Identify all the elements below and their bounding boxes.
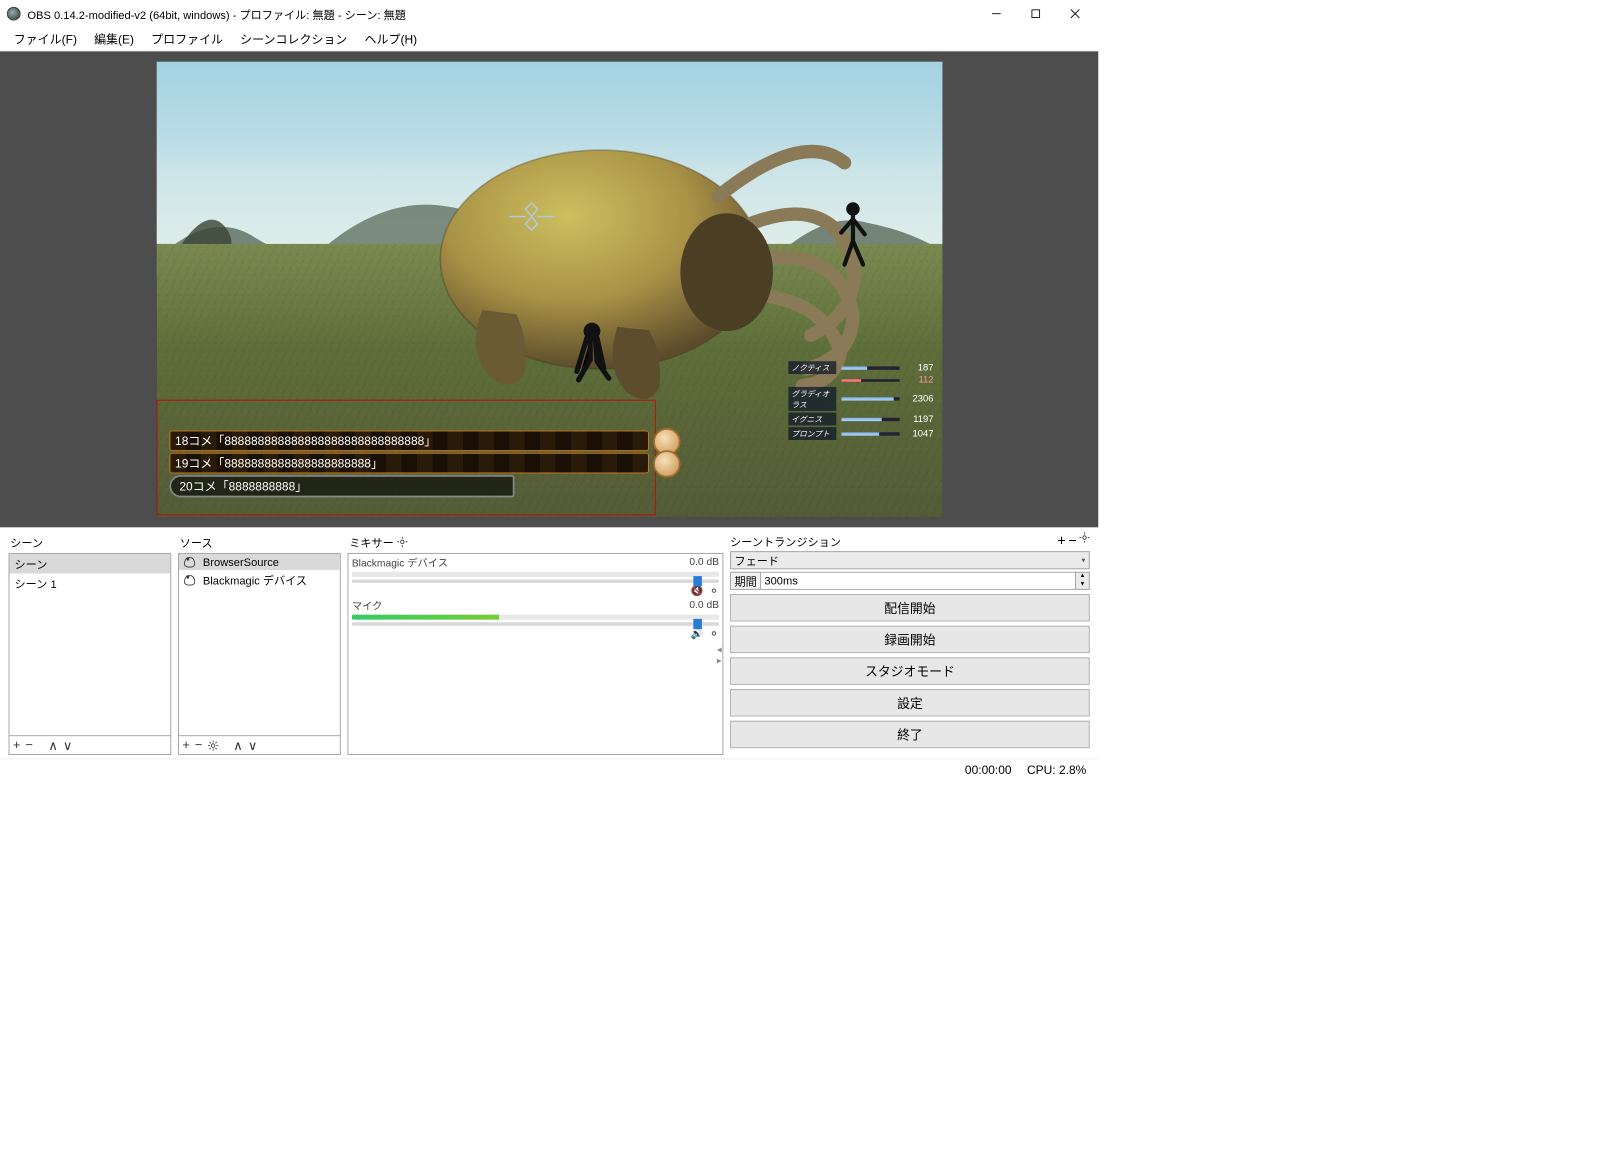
menu-bar: ファイル(F) 編集(E) プロファイル シーンコレクション ヘルプ(H) <box>0 27 1098 51</box>
remove-transition-button[interactable]: − <box>1068 532 1076 549</box>
controls-panel: シーントランジション + − フェード 期間 300ms ▲▼ 配信開始 録画開… <box>730 532 1090 755</box>
status-time: 00:00:00 <box>965 762 1012 776</box>
source-settings-button[interactable] <box>208 740 218 750</box>
move-scene-up-button[interactable]: ∧ <box>48 737 57 752</box>
add-transition-button[interactable]: + <box>1057 532 1065 549</box>
scenes-panel: シーン シーン シーン 1 + − ∧ ∨ <box>9 532 172 755</box>
mute-button[interactable]: 🔊 <box>691 627 704 639</box>
visibility-icon[interactable] <box>184 574 198 586</box>
menu-profile[interactable]: プロファイル <box>143 29 232 50</box>
mixer-resize-handle[interactable]: ◂▸ <box>717 644 722 666</box>
transitions-label: シーントランジション <box>730 533 841 549</box>
menu-help[interactable]: ヘルプ(H) <box>356 29 426 50</box>
comment-overlay: 18コメ「888888888888888888888888888888」 19コ… <box>169 429 648 499</box>
scenes-label: シーン <box>9 532 172 553</box>
move-scene-down-button[interactable]: ∨ <box>63 737 72 752</box>
window-title: OBS 0.14.2-modified-v2 (64bit, windows) … <box>27 6 406 22</box>
preview-canvas[interactable]: ノクティス187 .112 グラディオラス2306 イグニス1197 プロンプト… <box>156 62 942 517</box>
scenes-toolbar: + − ∧ ∨ <box>9 736 172 755</box>
add-scene-button[interactable]: + <box>13 738 21 753</box>
mixer-meter <box>352 615 719 620</box>
sources-panel: ソース BrowserSource Blackmagic デバイス + − ∧ … <box>178 532 341 755</box>
exit-button[interactable]: 終了 <box>730 721 1090 748</box>
comment-input-row: 20コメ「8888888888」 <box>169 475 514 497</box>
comment-row: 19コメ「8888888888888888888888」 <box>169 453 648 474</box>
transition-select[interactable]: フェード <box>730 551 1090 569</box>
title-bar: OBS 0.14.2-modified-v2 (64bit, windows) … <box>0 0 1098 27</box>
transition-settings-button[interactable] <box>1079 532 1089 542</box>
menu-edit[interactable]: 編集(E) <box>86 29 143 50</box>
maximize-button[interactable] <box>1016 0 1055 27</box>
sources-toolbar: + − ∧ ∨ <box>178 736 341 755</box>
mixer-settings-icon[interactable] <box>397 537 407 547</box>
start-recording-button[interactable]: 録画開始 <box>730 626 1090 653</box>
move-source-down-button[interactable]: ∨ <box>248 737 257 752</box>
preview-area[interactable]: ノクティス187 .112 グラディオラス2306 イグニス1197 プロンプト… <box>0 51 1098 527</box>
settings-button[interactable]: 設定 <box>730 689 1090 716</box>
channel-settings-button[interactable] <box>709 628 719 638</box>
menu-file[interactable]: ファイル(F) <box>5 29 85 50</box>
close-button[interactable] <box>1055 0 1094 27</box>
duration-label: 期間 <box>730 572 761 590</box>
remove-source-button[interactable]: − <box>195 738 203 753</box>
mute-button[interactable]: 🔇 <box>691 585 704 597</box>
remove-scene-button[interactable]: − <box>25 738 33 753</box>
duration-input[interactable]: 300ms <box>761 572 1076 590</box>
channel-settings-button[interactable] <box>709 586 719 596</box>
studio-mode-button[interactable]: スタジオモード <box>730 657 1090 684</box>
hud-hp-bars: ノクティス187 .112 グラディオラス2306 イグニス1197 プロンプト… <box>788 360 934 442</box>
minimize-button[interactable] <box>977 0 1016 27</box>
comment-row: 18コメ「888888888888888888888888888888」 <box>169 431 648 452</box>
scene-item[interactable]: シーン 1 <box>9 574 170 594</box>
sources-list[interactable]: BrowserSource Blackmagic デバイス <box>178 553 341 736</box>
mixer-channel: マイク0.0 dB 🔊 <box>352 598 719 639</box>
start-streaming-button[interactable]: 配信開始 <box>730 594 1090 621</box>
source-item[interactable]: Blackmagic デバイス <box>179 570 340 590</box>
mixer-channel: Blackmagic デバイス0.0 dB 🔇 <box>352 556 719 597</box>
status-bar: 00:00:00 CPU: 2.8% <box>0 758 1098 779</box>
scenes-list[interactable]: シーン シーン 1 <box>9 553 172 736</box>
move-source-up-button[interactable]: ∧ <box>233 737 242 752</box>
mixer-volume-slider[interactable] <box>352 622 719 625</box>
app-icon <box>7 7 21 21</box>
source-item[interactable]: BrowserSource <box>179 554 340 570</box>
mixer-volume-slider[interactable] <box>352 580 719 583</box>
duration-spinner[interactable]: ▲▼ <box>1076 572 1090 590</box>
mixer-meter <box>352 572 719 577</box>
mixer-label: ミキサー <box>348 532 724 553</box>
sources-label: ソース <box>178 532 341 553</box>
menu-scene-collection[interactable]: シーンコレクション <box>232 29 356 50</box>
status-cpu: CPU: 2.8% <box>1027 762 1086 776</box>
add-source-button[interactable]: + <box>182 738 190 753</box>
visibility-icon[interactable] <box>184 556 198 568</box>
mixer-panel: ミキサー Blackmagic デバイス0.0 dB 🔇 マイク0.0 dB 🔊 <box>348 532 724 755</box>
target-reticle <box>502 198 562 234</box>
scenes-header-row[interactable]: シーン <box>9 554 170 574</box>
preview-creature <box>416 116 887 398</box>
